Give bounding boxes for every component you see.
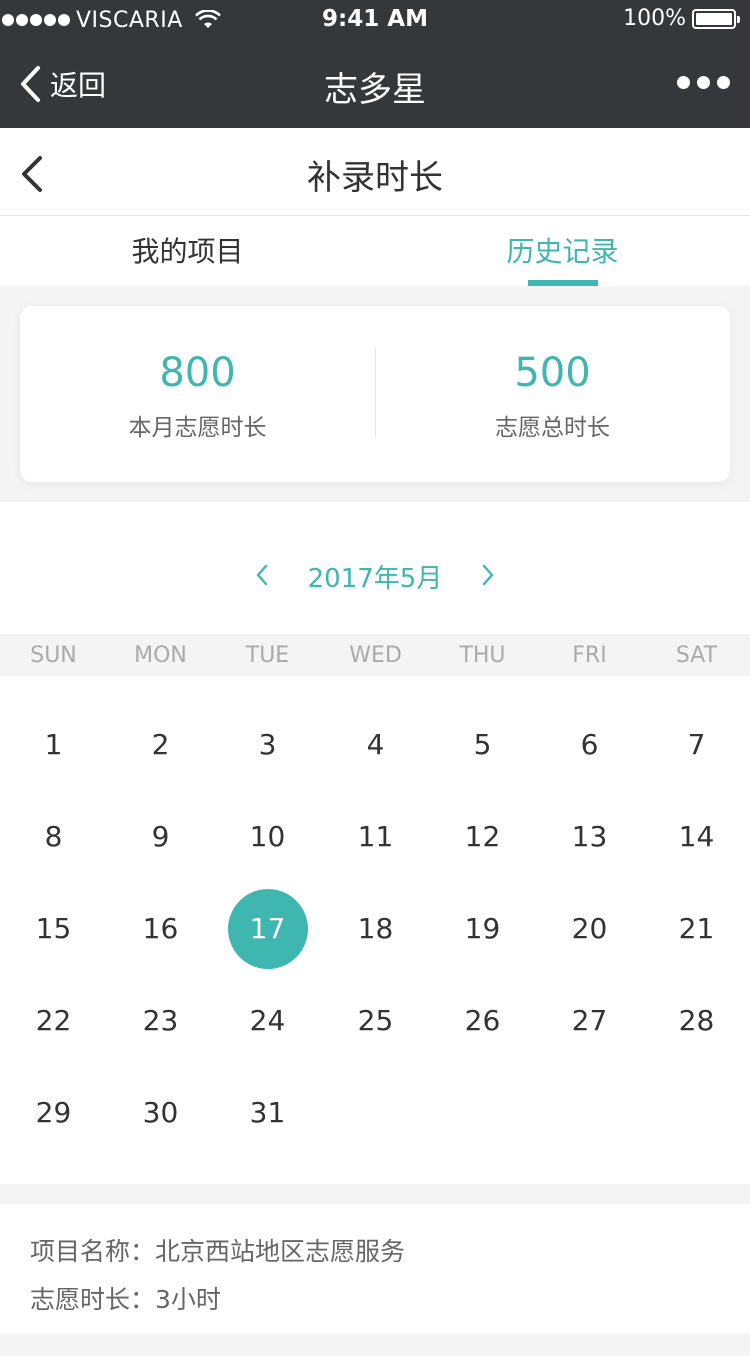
calendar-day[interactable]: 25	[322, 981, 429, 1061]
monthly-hours-label: 本月志愿时长	[128, 415, 267, 441]
nav-bar: 返回 志多星	[0, 40, 750, 128]
calendar-day[interactable]: 26	[429, 981, 536, 1061]
calendar-day[interactable]: 7	[643, 705, 750, 785]
total-hours-label: 志愿总时长	[495, 415, 610, 441]
monthly-hours-stat: 800 本月志愿时长	[20, 306, 375, 482]
summary-card: 800 本月志愿时长 500 志愿总时长	[20, 306, 730, 482]
nav-title: 志多星	[324, 70, 426, 110]
tab-my-projects[interactable]: 我的项目	[0, 216, 375, 286]
total-hours-value: 500	[514, 350, 591, 396]
weekday-label: MON	[134, 643, 187, 668]
calendar-day[interactable]: 15	[0, 889, 107, 969]
weekday-label: FRI	[572, 643, 607, 668]
tab-bar: 我的项目 历史记录	[0, 216, 750, 286]
calendar-day[interactable]: 30	[107, 1073, 214, 1153]
calendar-day[interactable]: 27	[536, 981, 643, 1061]
calendar-day[interactable]: 31	[214, 1073, 321, 1153]
weekday-label: THU	[459, 643, 506, 668]
calendar-day[interactable]: 19	[429, 889, 536, 969]
active-tab-indicator	[528, 280, 598, 286]
calendar-day[interactable]: 28	[643, 981, 750, 1061]
calendar-day[interactable]: 22	[0, 981, 107, 1061]
project-name-label: 项目名称：	[30, 1237, 156, 1266]
calendar-day[interactable]: 16	[107, 889, 214, 969]
project-name-value: 北京西站地区志愿服务	[155, 1237, 406, 1266]
record-detail: 项目名称：北京西站地区志愿服务 志愿时长：3小时	[0, 1204, 750, 1334]
calendar-day[interactable]: 8	[0, 797, 107, 877]
more-icon[interactable]	[670, 76, 730, 89]
weekday-label: SUN	[30, 643, 77, 668]
calendar-day[interactable]: 2	[107, 705, 214, 785]
tab-history[interactable]: 历史记录	[375, 216, 750, 286]
calendar-day[interactable]: 20	[536, 889, 643, 969]
duration-label: 志愿时长：	[30, 1285, 156, 1314]
battery-icon	[692, 8, 740, 29]
weekday-header: SUN MON TUE WED THU FRI SAT	[0, 634, 750, 676]
battery-percentage: 100%	[623, 6, 686, 31]
weekday-label: SAT	[675, 643, 718, 668]
monthly-hours-value: 800	[159, 350, 236, 396]
calendar-day[interactable]: 14	[643, 797, 750, 877]
calendar-day[interactable]: 6	[536, 705, 643, 785]
duration-row: 志愿时长：3小时	[30, 1280, 221, 1316]
status-bar: VISCARIA 9:41 AM 100%	[0, 0, 750, 40]
weekday-label: WED	[349, 643, 402, 668]
calendar-day[interactable]: 18	[322, 889, 429, 969]
calendar-day[interactable]: 9	[107, 797, 214, 877]
calendar-day-selected[interactable]: 17	[214, 889, 321, 969]
duration-value: 3小时	[155, 1285, 221, 1314]
status-right: 100%	[623, 6, 740, 31]
calendar-day[interactable]: 21	[643, 889, 750, 969]
page-header: 补录时长	[0, 128, 750, 216]
calendar-day[interactable]: 13	[536, 797, 643, 877]
calendar-day[interactable]: 1	[0, 705, 107, 785]
calendar-day[interactable]: 24	[214, 981, 321, 1061]
calendar-day[interactable]: 11	[322, 797, 429, 877]
page-title: 补录时长	[307, 158, 443, 198]
month-navigation: 2017年5月	[0, 554, 750, 598]
selected-day-label: 17	[227, 889, 308, 969]
month-label: 2017年5月	[307, 564, 443, 594]
calendar-day[interactable]: 3	[214, 705, 321, 785]
calendar-day[interactable]: 23	[107, 981, 214, 1061]
calendar-day[interactable]: 29	[0, 1073, 107, 1153]
weekday-label: TUE	[245, 643, 290, 668]
total-hours-stat: 500 志愿总时长	[375, 306, 730, 482]
next-month-button[interactable]	[478, 562, 498, 588]
calendar: 2017年5月 SUN MON TUE WED THU FRI SAT 1 2 …	[0, 502, 750, 1184]
calendar-day[interactable]: 5	[429, 705, 536, 785]
project-name-row: 项目名称：北京西站地区志愿服务	[30, 1232, 405, 1268]
calendar-day[interactable]: 12	[429, 797, 536, 877]
calendar-day[interactable]: 10	[214, 797, 321, 877]
calendar-day[interactable]: 4	[322, 705, 429, 785]
